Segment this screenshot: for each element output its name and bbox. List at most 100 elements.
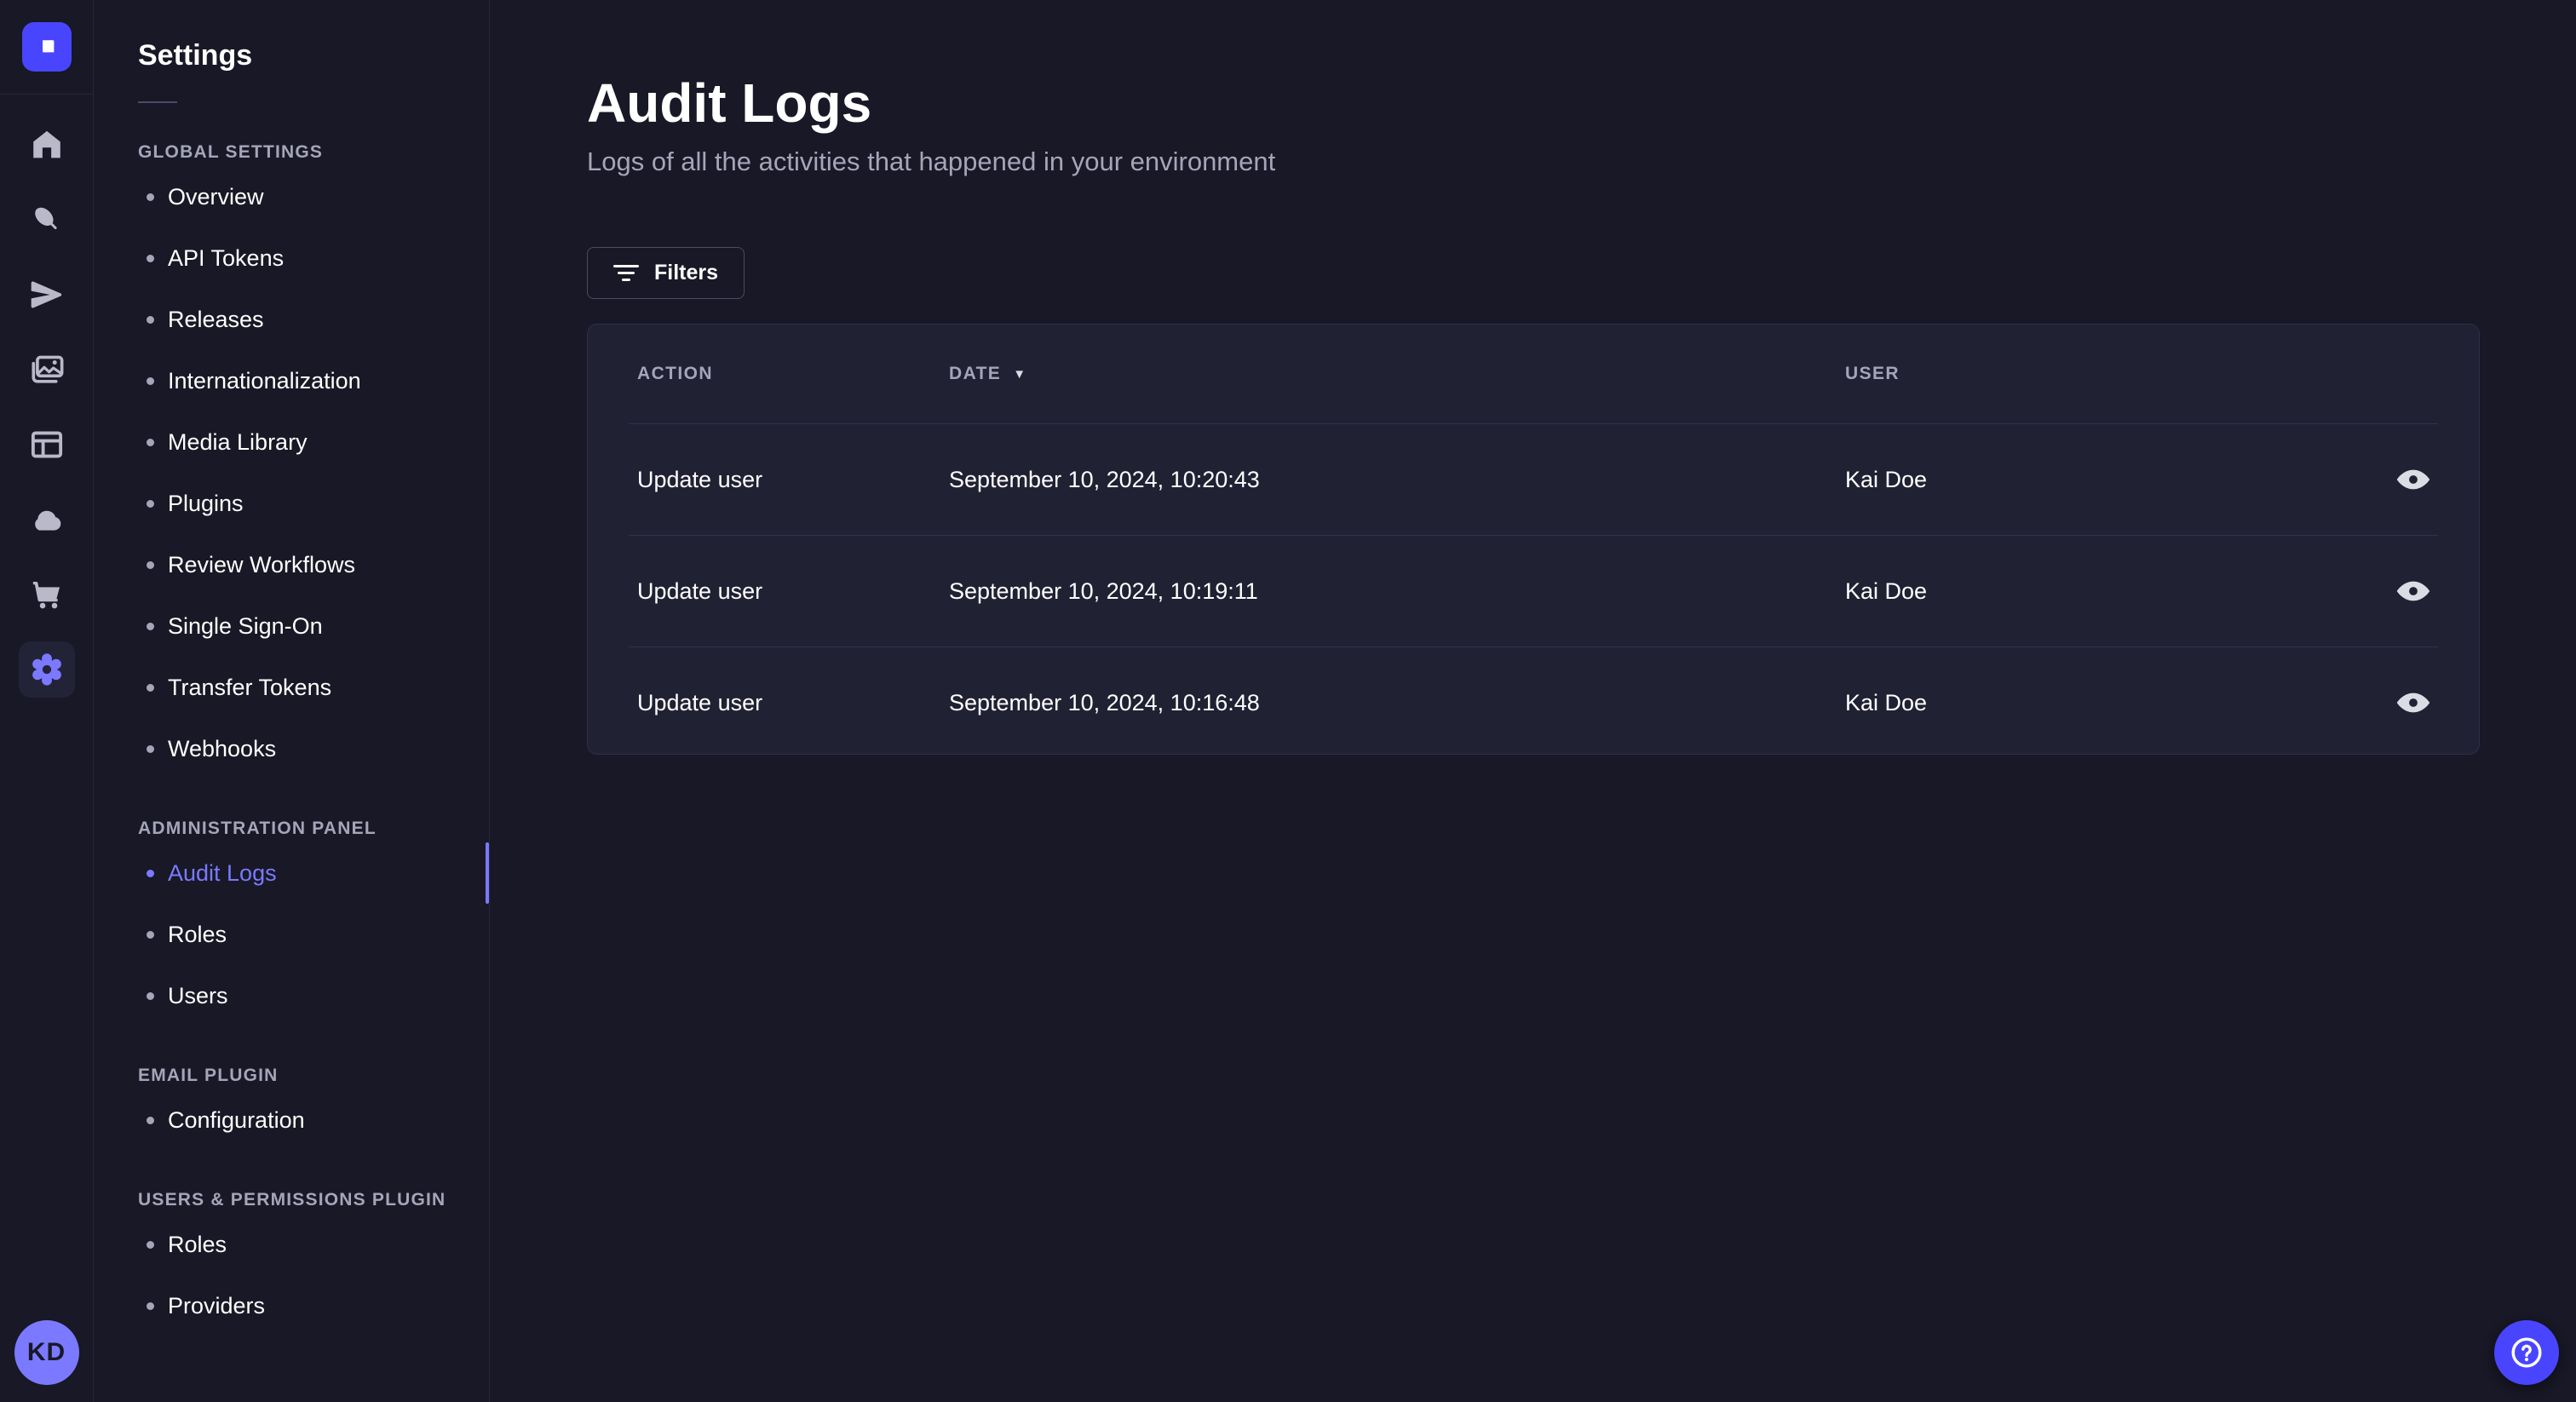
sidebar-item-transfer-tokens[interactable]: Transfer Tokens xyxy=(138,657,469,718)
bullet-icon xyxy=(147,1301,154,1310)
sidebar-item-roles-admin[interactable]: Roles xyxy=(138,904,469,965)
bullet-icon xyxy=(147,192,154,201)
paper-plane-icon[interactable] xyxy=(28,257,66,332)
sidebar-section-email-plugin: EMAIL PLUGIN Configuration xyxy=(138,1066,469,1151)
settings-active-tile xyxy=(18,641,75,698)
strapi-logo-icon[interactable] xyxy=(21,22,72,72)
user-avatar[interactable]: KD xyxy=(14,1320,79,1385)
cart-icon[interactable] xyxy=(28,557,66,632)
sidebar-item-label: Plugins xyxy=(168,490,244,516)
cloud-icon[interactable] xyxy=(27,482,66,557)
sidebar-item-label: Media Library xyxy=(168,428,308,455)
sidebar-title: Settings xyxy=(138,39,253,72)
sidebar-item-audit-logs[interactable]: Audit Logs xyxy=(138,842,489,904)
sidebar-item-label: Users xyxy=(168,982,228,1008)
sidebar-item-webhooks[interactable]: Webhooks xyxy=(138,718,469,779)
bullet-icon xyxy=(147,254,154,262)
sidebar-item-overview[interactable]: Overview xyxy=(138,166,469,227)
feather-icon[interactable] xyxy=(28,182,66,257)
sort-desc-caret-icon[interactable]: ▼ xyxy=(1013,368,1026,381)
column-header-date[interactable]: DATE ▼ xyxy=(949,364,1845,384)
eye-icon xyxy=(2396,693,2430,713)
view-log-button[interactable] xyxy=(2395,579,2431,603)
cell-action: Update user xyxy=(637,577,763,604)
view-log-button[interactable] xyxy=(2395,691,2431,715)
home-icon[interactable] xyxy=(28,107,66,182)
cell-date: September 10, 2024, 10:16:48 xyxy=(949,689,1260,715)
help-button[interactable] xyxy=(2494,1320,2559,1385)
filters-button[interactable]: Filters xyxy=(587,247,745,300)
bullet-icon xyxy=(147,376,154,385)
cell-date: September 10, 2024, 10:19:11 xyxy=(949,577,1258,604)
view-log-button[interactable] xyxy=(2395,468,2431,491)
sidebar-item-label: Internationalization xyxy=(168,367,361,394)
eye-icon xyxy=(2396,470,2430,490)
column-header-user: USER xyxy=(1845,364,1900,384)
sidebar-item-label: Review Workflows xyxy=(168,551,356,577)
strapi-logo-glyph xyxy=(42,40,54,53)
main-content: Audit Logs Logs of all the activities th… xyxy=(490,0,2576,1402)
sidebar-item-providers[interactable]: Providers xyxy=(138,1275,469,1336)
sidebar-item-label: Single Sign-On xyxy=(168,612,323,639)
gear-glyph xyxy=(32,653,61,686)
bullet-icon xyxy=(147,1116,154,1124)
section-label: GLOBAL SETTINGS xyxy=(138,142,324,162)
sidebar-item-label: API Tokens xyxy=(168,244,285,271)
sidebar-item-label: Roles xyxy=(168,921,227,947)
sidebar-item-label: Configuration xyxy=(168,1106,305,1133)
bullet-icon xyxy=(147,869,154,877)
sidebar-item-review-workflows[interactable]: Review Workflows xyxy=(138,534,469,595)
sidebar-item-users[interactable]: Users xyxy=(138,965,469,1026)
table-header-row: ACTION DATE ▼ USER xyxy=(588,325,2479,423)
cell-action: Update user xyxy=(637,689,763,715)
table-row[interactable]: Update user September 10, 2024, 10:20:43… xyxy=(588,424,2479,535)
sidebar-item-label: Overview xyxy=(168,183,264,210)
rail-icon-list xyxy=(18,107,75,707)
bullet-icon xyxy=(147,930,154,939)
bullet-icon xyxy=(147,560,154,569)
settings-gear-icon[interactable] xyxy=(18,632,75,707)
layout-icon[interactable] xyxy=(28,407,66,482)
bullet-icon xyxy=(147,438,154,446)
sidebar-item-label: Audit Logs xyxy=(168,859,277,886)
sidebar-item-label: Releases xyxy=(168,306,264,332)
cell-user: Kai Doe xyxy=(1845,466,1928,492)
sidebar-item-single-sign-on[interactable]: Single Sign-On xyxy=(138,595,469,657)
bullet-icon xyxy=(147,744,154,753)
cell-date: September 10, 2024, 10:20:43 xyxy=(949,466,1260,492)
table-row[interactable]: Update user September 10, 2024, 10:19:11… xyxy=(588,536,2479,646)
filters-button-label: Filters xyxy=(654,261,719,285)
filter-icon xyxy=(613,265,639,282)
audit-logs-table: ACTION DATE ▼ USER Update user September… xyxy=(587,324,2480,756)
section-label: USERS & PERMISSIONS PLUGIN xyxy=(138,1190,446,1210)
sidebar-item-plugins[interactable]: Plugins xyxy=(138,473,469,534)
bullet-icon xyxy=(147,683,154,692)
page-title: Audit Logs xyxy=(587,72,872,134)
sidebar-item-roles-up[interactable]: Roles xyxy=(138,1214,469,1275)
bullet-icon xyxy=(147,622,154,630)
section-label: ADMINISTRATION PANEL xyxy=(138,819,377,838)
sidebar-section-global: GLOBAL SETTINGS Overview API Tokens Rele… xyxy=(138,142,469,779)
bullet-icon xyxy=(147,1240,154,1249)
sidebar-title-divider xyxy=(138,101,177,103)
media-library-icon[interactable] xyxy=(27,332,66,407)
bullet-icon xyxy=(147,991,154,1000)
settings-sidebar: Settings GLOBAL SETTINGS Overview API To… xyxy=(94,0,490,1402)
app-root: KD Settings GLOBAL SETTINGS Overview API… xyxy=(0,0,2576,1402)
page-subtitle: Logs of all the activities that happened… xyxy=(587,147,1276,177)
table-row[interactable]: Update user September 10, 2024, 10:16:48… xyxy=(588,647,2479,754)
rail-divider xyxy=(0,94,94,95)
sidebar-item-label: Webhooks xyxy=(168,735,277,761)
bullet-icon xyxy=(147,499,154,508)
sidebar-item-label: Providers xyxy=(168,1292,266,1319)
sidebar-section-users-permissions: USERS & PERMISSIONS PLUGIN Roles Provide… xyxy=(138,1190,469,1336)
eye-icon xyxy=(2396,582,2430,601)
sidebar-item-configuration[interactable]: Configuration xyxy=(138,1089,469,1151)
sidebar-item-internationalization[interactable]: Internationalization xyxy=(138,350,469,411)
sidebar-item-media-library[interactable]: Media Library xyxy=(138,411,469,473)
main-nav-rail: KD xyxy=(0,0,94,1402)
sidebar-item-label: Roles xyxy=(168,1231,227,1257)
sidebar-item-releases[interactable]: Releases xyxy=(138,289,469,350)
sidebar-item-label: Transfer Tokens xyxy=(168,674,332,700)
sidebar-item-api-tokens[interactable]: API Tokens xyxy=(138,227,469,289)
